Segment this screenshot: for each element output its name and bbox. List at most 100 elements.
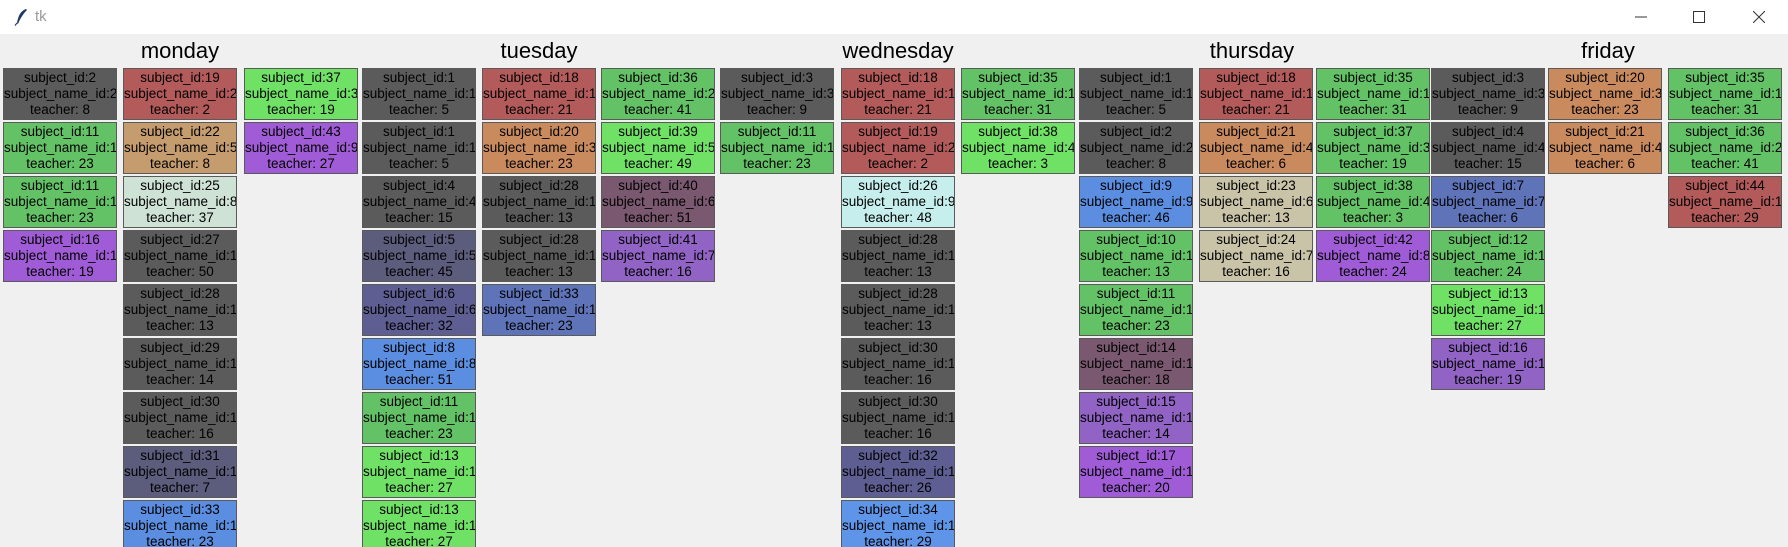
- subject-name-id-text: subject_name_id:11: [842, 302, 955, 317]
- minimize-button[interactable]: [1612, 0, 1670, 34]
- teacher-text: teacher: 21: [505, 102, 573, 117]
- teacher-text: teacher: 19: [1454, 372, 1522, 387]
- teacher-text: teacher: 31: [1339, 102, 1407, 117]
- subject-name-id-text: subject_name_id:11: [1080, 302, 1193, 317]
- day-header-wednesday: wednesday: [842, 38, 954, 63]
- subject-name-id-text: subject_name_id:16: [483, 302, 596, 317]
- subject-cell: subject_id:3 subject_name_id:3 teacher: 9: [1431, 68, 1545, 120]
- subject-id-text: subject_id:33: [140, 502, 220, 517]
- subject-name-id-text: subject_name_id:1: [1317, 86, 1430, 101]
- teacher-text: teacher: 2: [149, 102, 211, 117]
- teacher-text: teacher: 23: [1571, 102, 1639, 117]
- subject-name-id-text: subject_name_id:9: [1080, 194, 1193, 209]
- subject-id-text: subject_id:11: [379, 394, 459, 409]
- subject-cell: subject_id:1 subject_name_id:1 teacher: 5: [362, 68, 476, 120]
- subject-cell: subject_id:37 subject_name_id:3 teacher: 1…: [244, 68, 358, 120]
- teacher-text: teacher: 27: [267, 156, 335, 171]
- subject-id-text: subject_id:39: [618, 124, 698, 139]
- maximize-button[interactable]: [1670, 0, 1728, 34]
- subject-id-text: subject_id:37: [261, 70, 341, 85]
- teacher-text: teacher: 23: [743, 156, 811, 171]
- subject-id-text: subject_id:18: [499, 70, 579, 85]
- teacher-text: teacher: 29: [864, 534, 932, 547]
- subject-id-text: subject_id:10: [1096, 232, 1176, 247]
- subject-name-id-text: subject_name_id:5: [363, 248, 476, 263]
- subject-name-id-text: subject_name_id:15: [1080, 410, 1193, 425]
- subject-id-text: subject_id:3: [1451, 70, 1525, 85]
- subject-id-text: subject_id:1: [382, 124, 456, 139]
- subject-cell: subject_id:21 subject_name_id:4 teacher: 6: [1548, 122, 1662, 174]
- subject-id-text: subject_id:5: [382, 232, 456, 247]
- subject-name-id-text: subject_name_id:7: [602, 248, 715, 263]
- subject-name-id-text: subject_name_id:3: [1549, 86, 1662, 101]
- teacher-text: teacher: 9: [1457, 102, 1519, 117]
- teacher-text: teacher: 19: [267, 102, 335, 117]
- subject-cell: subject_id:2 subject_name_id:2 teacher: 8: [3, 68, 117, 120]
- teacher-text: teacher: 51: [624, 210, 692, 225]
- teacher-text: teacher: 23: [26, 156, 94, 171]
- close-button[interactable]: [1730, 0, 1788, 34]
- subject-id-text: subject_id:36: [1685, 124, 1765, 139]
- teacher-text: teacher: 26: [864, 480, 932, 495]
- subject-name-id-text: subject_name_id:2: [842, 140, 955, 155]
- subject-id-text: subject_id:25: [140, 178, 220, 193]
- teacher-text: teacher: 31: [1691, 102, 1759, 117]
- subject-name-id-text: subject_name_id:3: [721, 86, 834, 101]
- teacher-text: teacher: 21: [864, 102, 932, 117]
- subject-cell: subject_id:11 subject_name_id:11 teacher: …: [3, 122, 117, 174]
- subject-name-id-text: subject_name_id:16: [1432, 356, 1545, 371]
- subject-id-text: subject_id:4: [382, 178, 456, 193]
- subject-id-text: subject_id:37: [1333, 124, 1413, 139]
- subject-name-id-text: subject_name_id:13: [842, 410, 955, 425]
- subject-cell: subject_id:11 subject_name_id:11 teacher: …: [3, 176, 117, 228]
- subject-id-text: subject_id:20: [1565, 70, 1645, 85]
- subject-name-id-text: subject_name_id:6: [363, 302, 476, 317]
- subject-cell: subject_id:15 subject_name_id:15 teacher: …: [1079, 392, 1193, 444]
- subject-cell: subject_id:4 subject_name_id:4 teacher: 15: [1431, 122, 1545, 174]
- subject-name-id-text: subject_name_id:17: [1080, 464, 1193, 479]
- subject-name-id-text: subject_name_id:14: [1080, 356, 1193, 371]
- title-bar[interactable]: tk: [0, 0, 1788, 34]
- subject-id-text: subject_id:13: [379, 502, 459, 517]
- teacher-text: teacher: 23: [505, 318, 573, 333]
- subject-name-id-text: subject_name_id:6: [602, 194, 715, 209]
- subject-id-text: subject_id:22: [140, 124, 220, 139]
- subject-id-text: subject_id:17: [1096, 448, 1176, 463]
- subject-cell: subject_id:13 subject_name_id:13 teacher: …: [362, 446, 476, 498]
- teacher-text: teacher: 27: [1454, 318, 1522, 333]
- teacher-text: teacher: 8: [149, 156, 211, 171]
- teacher-text: teacher: 13: [1102, 264, 1170, 279]
- teacher-text: teacher: 27: [385, 534, 453, 547]
- subject-name-id-text: subject_name_id:15: [842, 464, 955, 479]
- subject-cell: subject_id:1 subject_name_id:1 teacher: 5: [1079, 68, 1193, 120]
- subject-id-text: subject_id:2: [1099, 124, 1173, 139]
- subject-cell: subject_id:27 subject_name_id:10 teacher: …: [123, 230, 237, 282]
- teacher-text: teacher: 13: [864, 318, 932, 333]
- teacher-text: teacher: 3: [987, 156, 1049, 171]
- subject-cell: subject_id:28 subject_name_id:11 teacher: …: [841, 284, 955, 336]
- teacher-text: teacher: 16: [864, 372, 932, 387]
- subject-cell: subject_id:2 subject_name_id:2 teacher: 8: [1079, 122, 1193, 174]
- subject-id-text: subject_id:28: [499, 178, 579, 193]
- subject-cell: subject_id:26 subject_name_id:9 teacher: 4…: [841, 176, 955, 228]
- subject-cell: subject_id:35 subject_name_id:1 teacher: 3…: [1668, 68, 1782, 120]
- teacher-text: teacher: 50: [146, 264, 214, 279]
- teacher-text: teacher: 16: [1222, 264, 1290, 279]
- subject-cell: subject_id:36 subject_name_id:2 teacher: 4…: [601, 68, 715, 120]
- subject-id-text: subject_id:18: [858, 70, 938, 85]
- subject-id-text: subject_id:1: [1099, 70, 1173, 85]
- subject-name-id-text: subject_name_id:7: [1200, 248, 1313, 263]
- teacher-text: teacher: 5: [388, 102, 450, 117]
- subject-name-id-text: subject_name_id:11: [4, 194, 117, 209]
- subject-cell: subject_id:17 subject_name_id:17 teacher: …: [1079, 446, 1193, 498]
- subject-cell: subject_id:37 subject_name_id:3 teacher: 1…: [1316, 122, 1430, 174]
- subject-id-text: subject_id:32: [858, 448, 938, 463]
- teacher-text: teacher: 20: [1102, 480, 1170, 495]
- subject-name-id-text: subject_name_id:17: [842, 518, 955, 533]
- teacher-text: teacher: 37: [146, 210, 214, 225]
- subject-id-text: subject_id:35: [1333, 70, 1413, 85]
- subject-cell: subject_id:41 subject_name_id:7 teacher: 1…: [601, 230, 715, 282]
- subject-id-text: subject_id:36: [618, 70, 698, 85]
- subject-cell: subject_id:6 subject_name_id:6 teacher: 32: [362, 284, 476, 336]
- subject-id-text: subject_id:13: [1448, 286, 1528, 301]
